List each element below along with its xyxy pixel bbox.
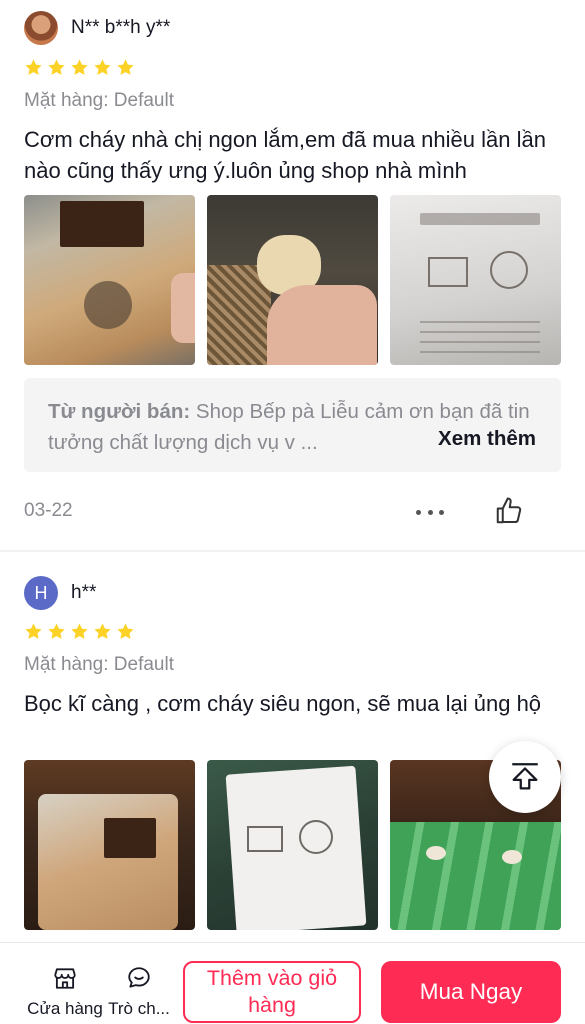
reviewer-row: H h** xyxy=(24,576,96,610)
reviewer-name: N** b**h y** xyxy=(71,17,171,38)
chat-label: Trò ch... xyxy=(108,999,170,1018)
chat-icon xyxy=(128,967,150,988)
review-card: H h** Mặt hàng: Default Bọc kĩ càng , cơ… xyxy=(0,552,585,942)
variant-label: Mặt hàng: Default xyxy=(24,654,174,675)
review-card: N** b**h y** Mặt hàng: Default Cơm cháy … xyxy=(0,0,585,550)
buy-now-button[interactable]: Mua Ngay xyxy=(381,961,561,1023)
reviewer-row: N** b**h y** xyxy=(24,11,170,45)
star-icon xyxy=(117,59,134,75)
shop-label: Cửa hàng xyxy=(27,999,103,1018)
store-icon xyxy=(54,968,76,989)
star-icon xyxy=(71,623,88,639)
star-icon xyxy=(94,59,111,75)
review-photo[interactable] xyxy=(390,195,561,365)
seller-reply-label: Từ người bán: xyxy=(48,400,191,423)
review-text: Cơm cháy nhà chị ngon lắm,em đã mua nhiề… xyxy=(24,127,546,183)
add-to-cart-button[interactable]: Thêm vào giỏ hàng xyxy=(183,961,361,1023)
chat-button[interactable]: Trò ch... xyxy=(106,965,172,1019)
reviewer-name: h** xyxy=(71,582,97,603)
review-photo[interactable] xyxy=(207,760,378,930)
share-icon xyxy=(512,763,538,790)
see-more-link[interactable]: Xem thêm xyxy=(432,423,536,454)
review-text: Bọc kĩ càng , cơm cháy siêu ngon, sẽ mua… xyxy=(24,691,542,716)
star-icon xyxy=(25,59,42,75)
variant-label: Mặt hàng: Default xyxy=(24,90,174,111)
star-icon xyxy=(25,623,42,639)
thumbs-up-icon[interactable] xyxy=(494,496,524,526)
review-photo[interactable] xyxy=(24,195,195,365)
rating-stars xyxy=(24,622,135,641)
share-button[interactable] xyxy=(489,741,561,813)
review-photo[interactable] xyxy=(207,195,378,365)
star-icon xyxy=(48,623,65,639)
star-icon xyxy=(71,59,88,75)
star-icon xyxy=(117,623,134,639)
seller-reply: Từ người bán: Shop Bếp pà Liễu cảm ơn bạ… xyxy=(24,378,561,472)
review-photos xyxy=(24,195,561,365)
star-icon xyxy=(48,59,65,75)
bottom-action-bar: Cửa hàng Trò ch... Thêm vào giỏ hàng Mua… xyxy=(0,942,585,1024)
review-photo[interactable] xyxy=(24,760,195,930)
more-horizontal-icon[interactable] xyxy=(416,502,444,522)
shop-button[interactable]: Cửa hàng xyxy=(24,965,106,1019)
review-photos xyxy=(24,760,561,930)
rating-stars xyxy=(24,58,135,77)
star-icon xyxy=(94,623,111,639)
avatar: H xyxy=(24,576,58,610)
review-date: 03-22 xyxy=(24,500,73,521)
avatar xyxy=(24,11,58,45)
